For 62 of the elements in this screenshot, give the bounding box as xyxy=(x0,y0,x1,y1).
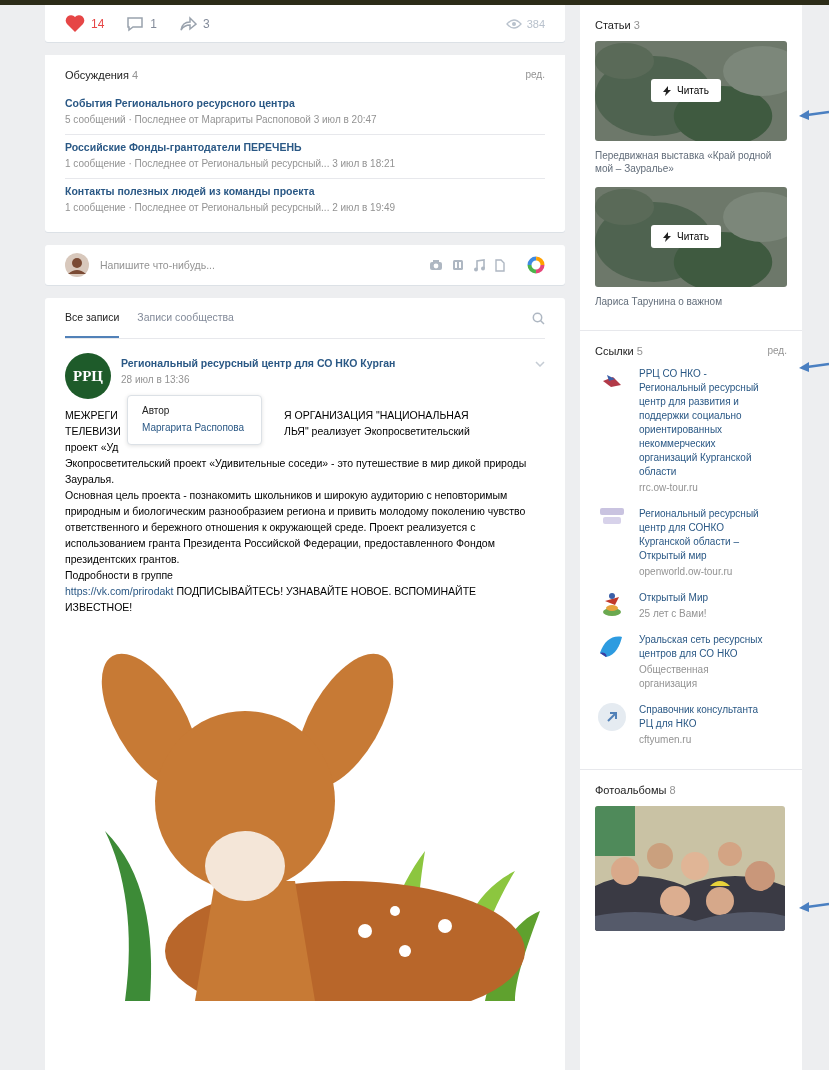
chevron-icon[interactable] xyxy=(535,361,545,367)
camera-icon[interactable] xyxy=(429,259,443,271)
post-text: МЕЖРЕГИ xyxy=(65,408,118,423)
read-button[interactable]: Читать xyxy=(651,79,721,102)
article-title[interactable]: Лариса Тарунина о важном xyxy=(595,295,787,308)
post-text: Я ОРГАНИЗАЦИЯ "НАЦИОНАЛЬНАЯ xyxy=(284,408,470,423)
arrow-link-icon xyxy=(595,703,629,731)
tooltip-author-link[interactable]: Маргарита Распопова xyxy=(142,421,247,434)
post-text: ЛЬЯ" реализует Экопросветительский xyxy=(284,424,471,439)
wall-tab[interactable]: Записи сообщества xyxy=(137,298,234,338)
lightning-icon xyxy=(663,85,671,96)
link-subtitle: rrc.ow-tour.ru xyxy=(639,481,699,495)
link-subtitle: cftyumen.ru xyxy=(639,733,693,747)
topic-link[interactable]: События Регионального ресурсного центра xyxy=(65,97,545,109)
view-count: 384 xyxy=(505,17,545,30)
annotation-arrow xyxy=(799,108,829,122)
eye-icon xyxy=(505,18,522,29)
search-icon[interactable] xyxy=(532,311,545,325)
read-button[interactable]: Читать xyxy=(651,225,721,248)
link-title[interactable]: Открытый Мир xyxy=(639,591,769,605)
link-title[interactable]: Справочник консультанта РЦ для НКО xyxy=(639,703,769,731)
wall-tab[interactable]: Все записи xyxy=(65,298,120,338)
topic-link[interactable]: Контакты полезных людей из команды проекта xyxy=(65,185,545,197)
video-icon[interactable] xyxy=(452,259,464,271)
link-title[interactable]: Уральская сеть ресурсных центров для СО НКО xyxy=(639,633,769,661)
community-logo[interactable]: РРЦ xyxy=(65,353,111,399)
avatar xyxy=(65,253,89,277)
topic-link[interactable]: Российские Фонды-грантодатели ПЕРЕЧЕНЬ xyxy=(65,141,545,153)
section-title: Статьи 3 xyxy=(595,19,640,31)
post-text: Основная цель проекта - познакомить школьников и широкую аудиторию с неповторимым природным и биологическим разнообразием региона и привить молодому поколению чувство ответственного и бережного отношения к окружающей среде. Проект реализуется с использованием гранта Президента Российской Федерации, предоставленного Фондом президентских грантов. xyxy=(65,488,527,567)
music-icon[interactable] xyxy=(473,258,485,272)
comment-icon xyxy=(126,15,145,32)
share-icon xyxy=(179,15,198,32)
post-text: Экопросветительский проект «Удивительные соседи» - это путешествие в мир дикой природы Зауралья. xyxy=(65,456,528,487)
topic-meta: 5 сообщений · Последнее от Маргариты Распоповой 3 июл в 20:47 xyxy=(65,114,378,125)
post-text: Подробности в группе xyxy=(65,568,174,583)
post-text: https://vk.com/prirodakt ПОДПИСЫВАЙТЕСЬ! УЗНАВАЙТЕ НОВОЕ. ВСПОМИНАЙТЕ ИЗВЕСТНОЕ! xyxy=(65,584,478,615)
section-title: Обсуждения 4 xyxy=(65,69,139,81)
article-title[interactable]: Передвижная выставка «Край родной мой – Зауралье» xyxy=(595,149,787,175)
link-title[interactable]: Региональный ресурсный центр для СОНКО Курганской области – Открытый мир xyxy=(639,507,769,563)
annotation-arrow xyxy=(799,360,829,374)
post-date: 28 июл в 13:36 xyxy=(121,374,191,385)
link-subtitle: openworld.ow-tour.ru xyxy=(639,565,734,579)
annotation-arrow xyxy=(799,900,829,914)
like-button[interactable]: 14 xyxy=(65,15,105,32)
post-text: ТЕЛЕВИЗИ xyxy=(65,424,121,439)
link-subtitle: 25 лет с Вами! xyxy=(639,607,708,621)
heart-icon xyxy=(65,15,85,32)
section-title: Ссылки 5 xyxy=(595,345,643,357)
document-icon[interactable] xyxy=(494,258,506,272)
post-text: проект «Уд xyxy=(65,440,119,455)
lightning-icon xyxy=(663,231,671,242)
author-link[interactable]: Региональный ресурсный центр для СО НКО Курган xyxy=(121,357,525,369)
link-title[interactable]: РРЦ СО НКО - Региональный ресурсный центр для развития и поддержки социально ориентированных некоммерческих организаций Курганской области xyxy=(639,367,769,479)
share-button[interactable]: 3 xyxy=(179,15,210,32)
link-subtitle: Общественная организация xyxy=(639,663,710,691)
topic-meta: 1 сообщение · Последнее от Региональный ресурсный... 3 июл в 18:21 xyxy=(65,158,397,169)
group-link[interactable]: https://vk.com/prirodakt xyxy=(65,585,174,597)
section-title: Фотоальбомы 8 xyxy=(595,784,676,796)
color-ring-icon[interactable] xyxy=(527,256,545,274)
topic-meta: 1 сообщение · Последнее от Региональный ресурсный... 2 июл в 19:49 xyxy=(65,202,397,213)
tooltip-label: Автор xyxy=(142,404,171,417)
